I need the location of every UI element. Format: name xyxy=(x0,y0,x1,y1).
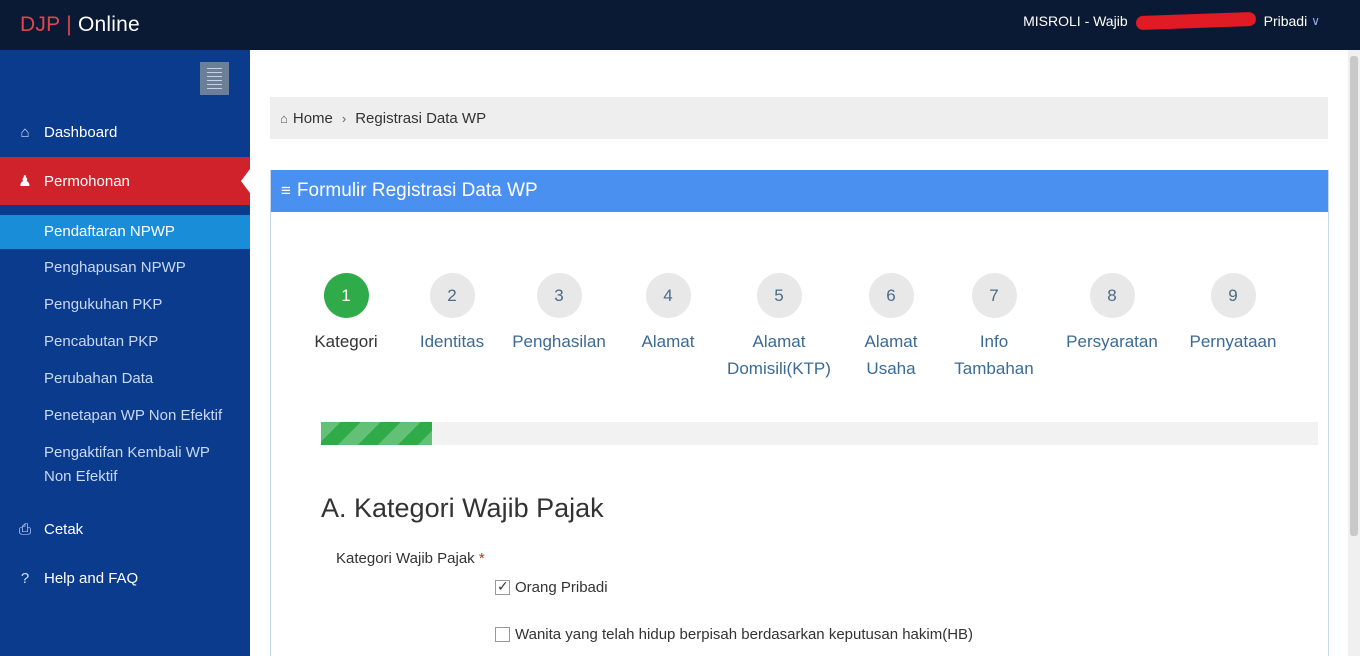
home-icon: ⌂ xyxy=(280,110,288,126)
step-label: Alamat xyxy=(641,332,695,351)
option-orang-pribadi[interactable]: Orang Pribadi xyxy=(495,578,608,596)
permohonan-submenu: Pendaftaran NPWP Penghapusan NPWP Penguk… xyxy=(0,215,250,489)
menu-icon-line xyxy=(207,88,222,89)
step-label-text: Alamat Domisili(KTP) xyxy=(727,332,831,378)
sidebar-item-dashboard[interactable]: ⌂ Dashboard xyxy=(0,108,250,156)
submenu-item-pencabutan-pkp[interactable]: Pencabutan PKP xyxy=(0,330,250,354)
step-number: 5 xyxy=(756,273,802,318)
user-menu[interactable]: MISROLI - Wajib Pribadi ∨ xyxy=(1023,11,1320,31)
step-number: 8 xyxy=(1089,273,1135,318)
progress-bar xyxy=(321,422,1318,445)
step-number: 6 xyxy=(868,273,914,318)
sidebar-item-permohonan[interactable]: ♟ Permohonan xyxy=(0,157,250,205)
menu-icon-line xyxy=(207,80,222,81)
wizard-step-7[interactable]: 7 Info Tambahan xyxy=(949,273,1039,382)
panel-header: ≡ Formulir Registrasi Data WP xyxy=(271,170,1328,212)
step-label: Persyaratan xyxy=(1066,332,1158,351)
submenu-item-pendaftaran-npwp[interactable]: Pendaftaran NPWP xyxy=(0,215,250,249)
step-label: Alamat Domisili(KTP) xyxy=(724,328,834,382)
step-label: Identitas xyxy=(419,332,485,351)
question-icon: ? xyxy=(20,569,30,587)
user-name-suffix: Pribadi xyxy=(1263,13,1308,29)
sidebar-item-label: Cetak xyxy=(44,520,84,538)
submenu-item-pengaktifan-kembali[interactable]: Pengaktifan Kembali WP Non Efektif xyxy=(0,441,250,489)
wizard-step-9[interactable]: 9 Pernyataan xyxy=(1183,273,1283,355)
user-icon: ♟ xyxy=(18,173,32,190)
step-number: 9 xyxy=(1210,273,1256,318)
breadcrumb: ⌂ Home › Registrasi Data WP xyxy=(270,97,1328,139)
field-label-kategori: Kategori Wajib Pajak * xyxy=(336,550,485,567)
step-number: 1 xyxy=(323,273,369,318)
option-label: Orang Pribadi xyxy=(515,579,608,596)
sidebar-item-cetak[interactable]: ⎙ Cetak xyxy=(0,505,250,553)
brand-logo[interactable]: DJP | Online xyxy=(20,13,140,37)
brand-suffix: Online xyxy=(77,13,140,36)
wizard-step-5[interactable]: 5 Alamat Domisili(KTP) xyxy=(724,273,834,382)
step-number: 7 xyxy=(971,273,1017,318)
submenu-item-penghapusan-npwp[interactable]: Penghapusan NPWP xyxy=(0,256,250,280)
home-icon: ⌂ xyxy=(20,123,30,141)
sidebar-item-label: Help and FAQ xyxy=(44,569,139,587)
step-label: Penghasilan xyxy=(512,332,606,351)
step-number: 3 xyxy=(536,273,582,318)
sidebar-toggle-button[interactable] xyxy=(200,62,229,95)
brand-separator: | xyxy=(66,13,72,36)
option-wanita-hb[interactable]: Wanita yang telah hidup berpisah berdasa… xyxy=(495,626,973,643)
step-label: Pernyataan xyxy=(1189,332,1277,351)
chevron-right-icon: › xyxy=(341,110,347,126)
checkbox-unchecked[interactable] xyxy=(495,627,510,642)
field-label-text: Kategori Wajib Pajak xyxy=(336,550,475,567)
required-marker: * xyxy=(478,550,485,567)
panel-title: Formulir Registrasi Data WP xyxy=(296,180,538,201)
page-scrollbar[interactable] xyxy=(1348,50,1360,656)
sidebar-item-help[interactable]: ? Help and FAQ xyxy=(0,554,250,602)
sidebar-item-label: Permohonan xyxy=(44,172,130,190)
step-label: Kategori xyxy=(314,332,378,351)
submenu-item-perubahan-data[interactable]: Perubahan Data xyxy=(0,367,250,391)
user-name-prefix: MISROLI - Wajib xyxy=(1023,13,1128,29)
breadcrumb-current: Registrasi Data WP xyxy=(355,109,487,127)
checkbox-checked[interactable] xyxy=(495,578,510,595)
print-icon: ⎙ xyxy=(18,520,31,538)
scrollbar-thumb[interactable] xyxy=(1350,56,1358,536)
option-label: Wanita yang telah hidup berpisah berdasa… xyxy=(515,626,974,643)
menu-icon-line xyxy=(207,72,222,73)
sidebar: ⌂ Dashboard ♟ Permohonan Pendaftaran NPW… xyxy=(0,50,250,656)
step-number: 2 xyxy=(429,273,475,318)
submenu-item-penetapan-wp-non-efektif[interactable]: Penetapan WP Non Efektif xyxy=(0,404,250,428)
menu-icon-line xyxy=(207,68,222,69)
menu-icon-line xyxy=(207,76,222,77)
progress-fill xyxy=(321,422,432,445)
wizard-step-4[interactable]: 4 Alamat xyxy=(628,273,708,355)
submenu-item-pengukuhan-pkp[interactable]: Pengukuhan PKP xyxy=(0,293,250,317)
step-label: Info Tambahan xyxy=(954,332,1034,378)
step-number: 4 xyxy=(645,273,691,318)
breadcrumb-home-link[interactable]: Home xyxy=(293,110,333,127)
wizard-step-6[interactable]: 6 Alamat Usaha xyxy=(851,273,931,382)
wizard-step-3[interactable]: 3 Penghasilan xyxy=(504,273,614,355)
list-icon: ≡ xyxy=(281,181,291,200)
chevron-down-icon: ∨ xyxy=(1311,14,1320,28)
top-bar: DJP | Online MISROLI - Wajib Pribadi ∨ xyxy=(0,0,1360,50)
section-title: A. Kategori Wajib Pajak xyxy=(321,493,604,523)
wizard-step-2[interactable]: 2 Identitas xyxy=(407,273,497,355)
wizard-step-8[interactable]: 8 Persyaratan xyxy=(1062,273,1162,355)
registration-panel: ≡ Formulir Registrasi Data WP 1 Kategori… xyxy=(270,170,1329,656)
brand-prefix: DJP xyxy=(20,13,61,36)
menu-icon-line xyxy=(207,84,222,85)
sidebar-item-label: Dashboard xyxy=(44,123,118,141)
step-label: Alamat Usaha xyxy=(864,332,918,378)
redaction-mark xyxy=(1135,11,1256,31)
wizard-step-1[interactable]: 1 Kategori xyxy=(301,273,391,355)
main-content: ⌂ Home › Registrasi Data WP ≡ Formulir R… xyxy=(250,50,1348,656)
